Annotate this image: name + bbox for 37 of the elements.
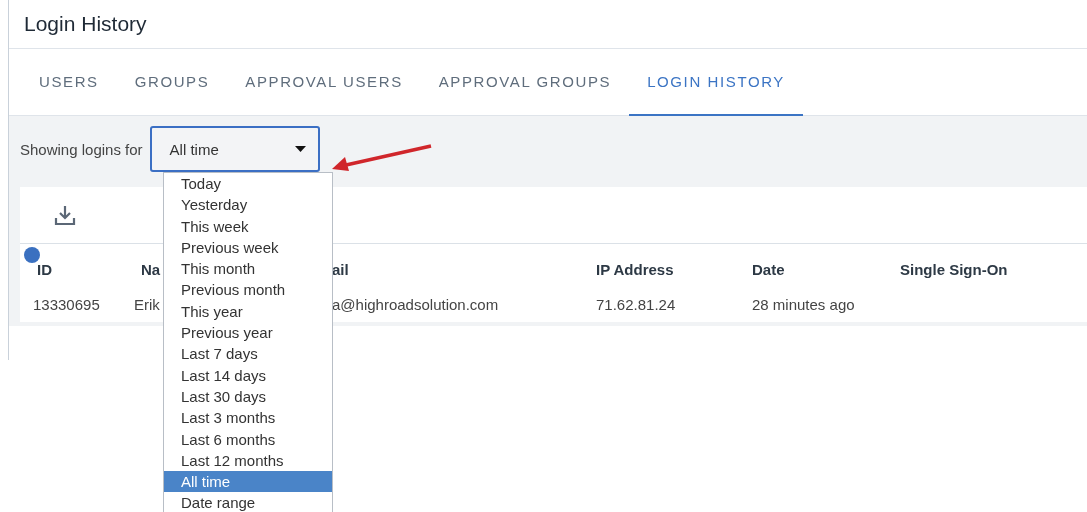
column-header: ID xyxy=(37,261,52,278)
dropdown-option[interactable]: All time xyxy=(164,471,332,493)
table-cell: a@highroadsolution.com xyxy=(332,296,499,313)
filter-label: Showing logins for xyxy=(20,140,143,158)
download-icon[interactable] xyxy=(54,204,76,226)
column-header: Na xyxy=(141,261,161,278)
page-title: Login History xyxy=(24,12,147,36)
dropdown-option[interactable]: This month xyxy=(164,258,332,280)
table-cell: 13330695 xyxy=(33,296,100,313)
dropdown-option[interactable]: Today xyxy=(164,173,332,195)
dropdown-option[interactable]: Yesterday xyxy=(164,194,332,216)
dropdown-option[interactable]: Last 7 days xyxy=(164,343,332,365)
dropdown-option[interactable]: This week xyxy=(164,215,332,237)
dropdown-option[interactable]: Last 30 days xyxy=(164,385,332,408)
dropdown-option[interactable]: Last 3 months xyxy=(164,407,332,429)
column-header: Single Sign-On xyxy=(900,261,1008,278)
dropdown-option[interactable]: Last 12 months xyxy=(164,449,332,472)
caret-icon xyxy=(294,146,306,152)
column-header: Date xyxy=(752,261,785,278)
dropdown-option[interactable]: Date range xyxy=(164,492,332,512)
tab[interactable]: APPROVAL GROUPS xyxy=(420,49,630,116)
tab[interactable]: APPROVAL USERS xyxy=(227,49,421,116)
column-header: ail xyxy=(332,261,349,278)
dropdown-option[interactable]: Previous year xyxy=(164,322,332,344)
dropdown-option[interactable]: Last 6 months xyxy=(164,428,332,450)
period-dropdown[interactable]: All time xyxy=(149,126,320,172)
tab[interactable]: USERS xyxy=(21,49,117,116)
table-cell: 28 minutes ago xyxy=(752,296,855,313)
dropdown-option[interactable]: Previous month xyxy=(164,279,332,301)
column-header: IP Address xyxy=(596,261,674,278)
dot-icon xyxy=(24,247,40,263)
dropdown-option[interactable]: Last 14 days xyxy=(164,364,332,386)
tab[interactable]: GROUPS xyxy=(116,49,228,116)
dropdown-option[interactable]: This year xyxy=(164,300,332,323)
table-cell: 71.62.81.24 xyxy=(596,296,676,313)
table-cell: Erik xyxy=(134,296,160,313)
dropdown-option[interactable]: Previous week xyxy=(164,236,332,259)
